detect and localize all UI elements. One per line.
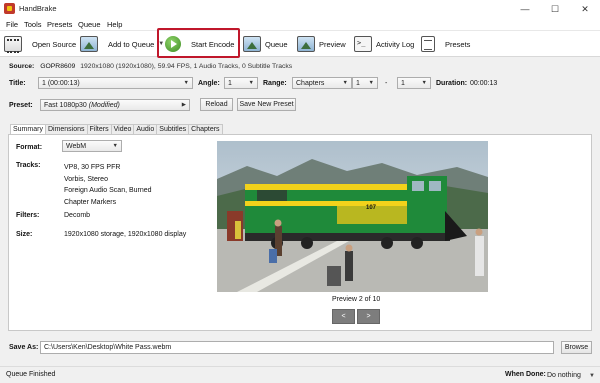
add-to-queue-button[interactable]: Add to Queue ▼ [80, 34, 164, 54]
start-encode-highlight [157, 28, 240, 58]
source-name: GOPR8609 [40, 63, 76, 70]
chevron-down-icon: ▼ [112, 143, 118, 149]
terminal-icon [354, 36, 372, 52]
format-dropdown[interactable]: WebM ▼ [62, 140, 122, 152]
duration-label: Duration: [436, 80, 468, 87]
angle-value: 1 [228, 79, 232, 87]
chevron-down-icon: ▼ [183, 80, 189, 86]
format-label: Format: [16, 144, 43, 151]
chevron-down-icon: ▼ [342, 80, 348, 86]
next-preview-button[interactable]: > [357, 309, 380, 324]
add-to-queue-label: Add to Queue [108, 39, 155, 49]
status-bar: Queue Finished When Done: Do nothing ▼ [0, 366, 600, 383]
previous-preview-button[interactable]: < [332, 309, 355, 324]
preview-button[interactable]: Preview [297, 34, 346, 54]
minimize-button[interactable]: — [510, 0, 540, 18]
title-value: 1 (00:00:13) [42, 79, 80, 87]
when-done-label: When Done: [505, 371, 546, 378]
range-separator: - [385, 80, 388, 87]
size-label: Size: [16, 231, 33, 238]
title-bar: HandBrake — ☐ ✕ [0, 0, 600, 18]
tracks-list: VP8, 30 FPS PFR Vorbis, Stereo Foreign A… [64, 162, 152, 208]
open-source-button[interactable]: Open Source [4, 34, 76, 54]
save-as-path-input[interactable]: C:\Users\Ken\Desktop\White Pass.webm [40, 341, 554, 354]
range-start-dropdown[interactable]: 1 ▼ [352, 77, 378, 89]
track-item: Chapter Markers [64, 198, 117, 206]
filters-label: Filters: [16, 212, 40, 219]
train-scene-illustration [217, 141, 488, 292]
preset-label: Preset: [9, 102, 33, 109]
range-end-value: 1 [401, 79, 405, 87]
chevron-down-icon: ▼ [421, 80, 427, 86]
title-label: Title: [9, 80, 26, 87]
activity-log-label: Activity Log [376, 39, 415, 49]
film-icon [4, 36, 22, 53]
preset-modified: (Modified) [88, 101, 120, 109]
title-dropdown[interactable]: 1 (00:00:13) ▼ [38, 77, 193, 89]
presets-button[interactable]: Presets [421, 34, 470, 54]
queue-button[interactable]: Queue [243, 34, 288, 54]
filters-value: Decomb [64, 212, 91, 219]
track-item: Foreign Audio Scan, Burned [64, 187, 152, 194]
queue-status: Queue Finished [6, 371, 56, 378]
chevron-right-icon: ▶ [181, 102, 186, 108]
chevron-down-icon: ▼ [368, 80, 374, 86]
maximize-button[interactable]: ☐ [540, 0, 570, 18]
range-label: Range: [263, 80, 287, 87]
presets-label: Presets [445, 39, 471, 49]
open-source-label: Open Source [32, 39, 77, 49]
handbrake-app-icon [4, 3, 15, 14]
reload-button[interactable]: Reload [200, 98, 233, 111]
duration-value: 00:00:13 [470, 80, 498, 87]
track-item: Vorbis, Stereo [64, 175, 108, 183]
window-title: HandBrake [19, 4, 57, 13]
chevron-down-icon: ▼ [589, 372, 595, 379]
range-start-value: 1 [356, 79, 360, 87]
menu-queue[interactable]: Queue [78, 20, 101, 29]
range-type-dropdown[interactable]: Chapters ▼ [292, 77, 352, 89]
activity-log-button[interactable]: Activity Log [354, 34, 414, 54]
preview-label: Preview [319, 39, 346, 49]
preview-image: 107 [217, 141, 488, 292]
menu-tools[interactable]: Tools [24, 20, 42, 29]
browse-button[interactable]: Browse [561, 341, 592, 354]
range-end-dropdown[interactable]: 1 ▼ [397, 77, 431, 89]
preset-selector[interactable]: Fast 1080p30 (Modified) ▶ [40, 99, 190, 111]
close-button[interactable]: ✕ [570, 0, 600, 18]
toolbar: Open Source Add to Queue ▼ Start Encode … [0, 31, 600, 57]
angle-dropdown[interactable]: 1 ▼ [224, 77, 258, 89]
menu-bar: File Tools Presets Queue Help [0, 18, 600, 31]
when-done-dropdown[interactable]: Do nothing ▼ [547, 370, 595, 381]
train-number-label: 107 [366, 205, 377, 211]
presets-list-icon [421, 36, 435, 52]
save-new-preset-button[interactable]: Save New Preset [237, 98, 296, 111]
queue-label: Queue [265, 39, 288, 49]
size-value: 1920x1080 storage, 1920x1080 display [64, 231, 187, 238]
tracks-label: Tracks: [16, 162, 41, 169]
chevron-down-icon: ▼ [248, 80, 254, 86]
format-value: WebM [66, 142, 87, 150]
angle-label: Angle: [198, 80, 220, 87]
preview-icon [297, 36, 315, 52]
menu-help[interactable]: Help [107, 20, 122, 29]
menu-file[interactable]: File [6, 20, 18, 29]
menu-presets[interactable]: Presets [47, 20, 72, 29]
range-type-value: Chapters [296, 79, 325, 87]
track-item: VP8, 30 FPS PFR [64, 164, 121, 171]
add-queue-icon [80, 36, 98, 52]
source-label: Source: [9, 63, 35, 70]
source-details: 1920x1080 (1920x1080), 59.94 FPS, 1 Audi… [80, 63, 293, 70]
preview-caption: Preview 2 of 10 [332, 296, 381, 303]
source-row: Source: GOPR8609 1920x1080 (1920x1080), … [9, 63, 292, 70]
save-as-label: Save As: [9, 344, 39, 351]
preset-value: Fast 1080p30 [44, 101, 87, 109]
queue-icon [243, 36, 261, 52]
when-done-value: Do nothing [547, 372, 581, 379]
